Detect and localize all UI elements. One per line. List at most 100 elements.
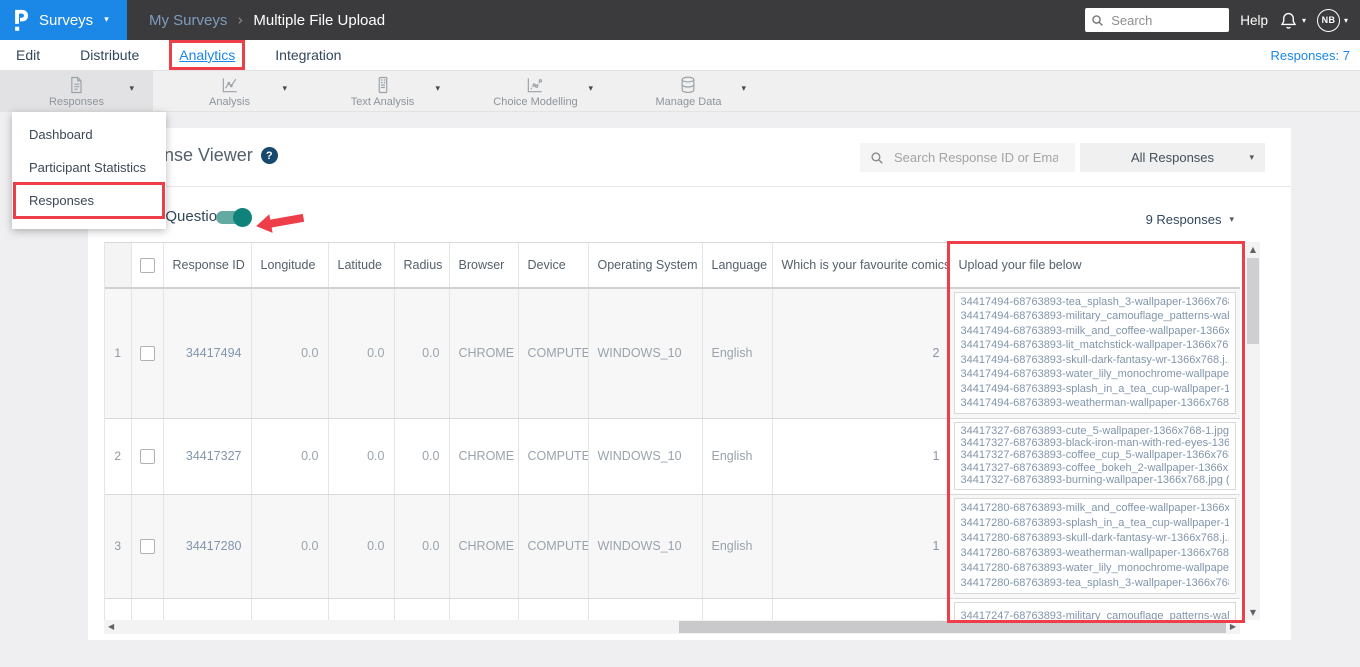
column-header-device[interactable]: Device (518, 243, 589, 289)
file-link[interactable]: 34417494-68763893-tea_splash_3-wallpaper… (961, 296, 1229, 309)
nav-tab-edit[interactable]: Edit (16, 47, 40, 63)
breadcrumb-item-my-surveys[interactable]: My Surveys (149, 12, 227, 29)
file-link[interactable]: 34417280-68763893-weatherman-wallpaper-1… (961, 547, 1229, 560)
latitude-cell: 0.0 (328, 494, 395, 599)
text-grid-icon (373, 75, 393, 95)
radius-cell (394, 598, 450, 620)
column-header-latitude[interactable]: Latitude (328, 243, 395, 289)
file-link[interactable]: 34417494-68763893-lit_matchstick-wallpap… (961, 339, 1229, 352)
scroll-left-arrow[interactable]: ◀ (108, 622, 114, 631)
row-checkbox[interactable] (139, 448, 155, 464)
notifications-button[interactable]: ▾ (1279, 11, 1306, 30)
file-link[interactable]: 34417280-68763893-milk_and_coffee-wallpa… (961, 502, 1229, 515)
nav-tab-label: Distribute (80, 47, 140, 63)
database-icon (678, 75, 698, 95)
toolbar-item-analysis[interactable]: Analysis ▾ (153, 71, 306, 111)
column-header-comics[interactable]: Which is your favourite comics? (772, 243, 950, 289)
column-header-index (105, 243, 132, 289)
toolbar-item-text-analysis[interactable]: Text Analysis ▾ (306, 71, 459, 111)
nav-tab-label: Analytics (179, 47, 236, 63)
file-link[interactable]: 34417327-68763893-cute_5-wallpaper-1366x… (961, 425, 1229, 437)
file-link[interactable]: 34417494-68763893-milk_and_coffee-wallpa… (961, 325, 1229, 338)
account-menu[interactable]: NB ▾ (1316, 8, 1348, 32)
toolbar-item-choice-modelling[interactable]: Choice Modelling ▾ (459, 71, 612, 111)
column-header-browser[interactable]: Browser (449, 243, 519, 289)
search-icon (1091, 14, 1104, 27)
longitude-cell: 0.0 (251, 494, 329, 599)
response-id-link[interactable]: 34417327 (186, 449, 242, 463)
file-link[interactable]: 34417280-68763893-skull-dark-fantasy-wr-… (961, 532, 1229, 545)
column-header-response-id[interactable]: Response ID▲ (163, 243, 252, 289)
menu-item-dashboard[interactable]: Dashboard (12, 118, 166, 151)
top-bar: Surveys ▾ My Surveys › Multiple File Upl… (0, 0, 1360, 40)
comics-answer-cell: 2 (772, 288, 950, 419)
comics-answer-cell (772, 598, 950, 620)
horizontal-scrollbar[interactable]: ◀ ▶ (104, 620, 1240, 634)
file-link[interactable]: 34417280-68763893-tea_splash_3-wallpaper… (961, 577, 1229, 590)
menu-item-responses[interactable]: Responses (12, 182, 166, 219)
menu-item-participant-statistics[interactable]: Participant Statistics (12, 151, 166, 184)
document-icon (66, 75, 86, 95)
column-header-upload[interactable]: Upload your file below (949, 243, 1240, 289)
scrollbar-thumb[interactable] (1247, 258, 1259, 344)
toolbar-item-manage-data[interactable]: Manage Data ▾ (612, 71, 765, 111)
file-link[interactable]: 34417494-68763893-skull-dark-fantasy-wr-… (961, 354, 1229, 367)
nav-tab-analytics[interactable]: Analytics (169, 40, 246, 70)
row-checkbox[interactable] (139, 345, 155, 361)
help-icon[interactable]: ? (260, 147, 278, 164)
responses-filter-dropdown[interactable]: All Responses ▾ (1080, 143, 1265, 172)
file-link[interactable]: 34417494-68763893-splash_in_a_tea_cup-wa… (961, 383, 1229, 396)
analytics-toolbar: Responses ▾ Analysis ▾ Text Analysis ▾ Choice … (0, 71, 1360, 112)
file-link[interactable]: 34417327-68763893-coffee_bokeh_2-wallpap… (961, 462, 1229, 474)
language-cell: English (702, 494, 773, 599)
file-link[interactable]: 34417327-68763893-coffee_cup_5-wallpaper… (961, 449, 1229, 461)
caret-down-icon: ▾ (741, 84, 746, 94)
column-header-radius[interactable]: Radius (394, 243, 450, 289)
scroll-right-arrow[interactable]: ▶ (1230, 622, 1236, 631)
file-link[interactable]: 34417280-68763893-water_lily_monochrome-… (961, 562, 1229, 575)
scrollbar-thumb[interactable] (679, 621, 1226, 633)
browser-cell: CHROME (449, 494, 519, 599)
toolbar-item-responses[interactable]: Responses ▾ (0, 71, 153, 111)
select-all-checkbox[interactable] (139, 257, 155, 273)
caret-down-icon: ▾ (129, 84, 134, 94)
nav-tab-distribute[interactable]: Distribute (80, 47, 139, 63)
responses-count-dropdown[interactable]: 9 Responses ▾ (1146, 212, 1234, 227)
language-cell (702, 598, 773, 620)
help-link[interactable]: Help (1240, 13, 1268, 28)
display-questions-toggle[interactable] (216, 208, 252, 227)
menu-item-label: Responses (29, 193, 95, 208)
file-link[interactable]: 34417327-68763893-black-iron-man-with-re… (961, 437, 1229, 449)
file-link[interactable]: 34417494-68763893-military_camouflage_pa… (961, 310, 1229, 323)
response-id-link[interactable]: 34417280 (186, 539, 242, 553)
scroll-up-arrow[interactable]: ▲ (1246, 245, 1260, 254)
file-link[interactable]: 34417494-68763893-weatherman-wallpaper-1… (961, 397, 1229, 410)
menu-item-label: Participant Statistics (29, 160, 147, 175)
browser-cell: CHROME (449, 418, 519, 495)
comics-answer-cell: 1 (772, 418, 950, 495)
file-list: 34417280-68763893-milk_and_coffee-wallpa… (953, 497, 1236, 594)
file-link[interactable]: 34417280-68763893-splash_in_a_tea_cup-wa… (961, 517, 1229, 530)
nav-tab-label: Edit (16, 47, 41, 63)
nav-tab-integration[interactable]: Integration (275, 47, 341, 63)
global-search-input[interactable] (1109, 11, 1222, 29)
response-id-link[interactable]: 34417494 (186, 346, 242, 360)
column-header-os[interactable]: Operating System (588, 243, 703, 289)
file-link[interactable]: 34417247-68763893-military_camouflage_pa… (961, 610, 1229, 621)
file-link[interactable]: 34417494-68763893-water_lily_monochrome-… (961, 368, 1229, 381)
response-search (860, 143, 1075, 172)
toolbar-item-label: Analysis (209, 95, 250, 108)
nav-tab-label: Integration (275, 47, 342, 63)
row-index: 3 (105, 494, 132, 599)
surveys-menu[interactable]: Surveys ▾ (0, 0, 127, 40)
device-cell: COMPUTER (518, 418, 589, 495)
response-search-input[interactable] (892, 149, 1060, 166)
file-link[interactable]: 34417327-68763893-burning-wallpaper-1366… (961, 474, 1229, 486)
file-list: 34417494-68763893-tea_splash_3-wallpaper… (953, 292, 1236, 414)
responses-dropdown-menu: Dashboard Participant Statistics Responses (12, 112, 166, 229)
scroll-down-arrow[interactable]: ▼ (1246, 608, 1260, 617)
vertical-scrollbar[interactable]: ▲ ▼ (1246, 242, 1260, 620)
row-checkbox[interactable] (139, 538, 155, 554)
column-header-longitude[interactable]: Longitude (251, 243, 329, 289)
column-header-language[interactable]: Language (702, 243, 773, 289)
